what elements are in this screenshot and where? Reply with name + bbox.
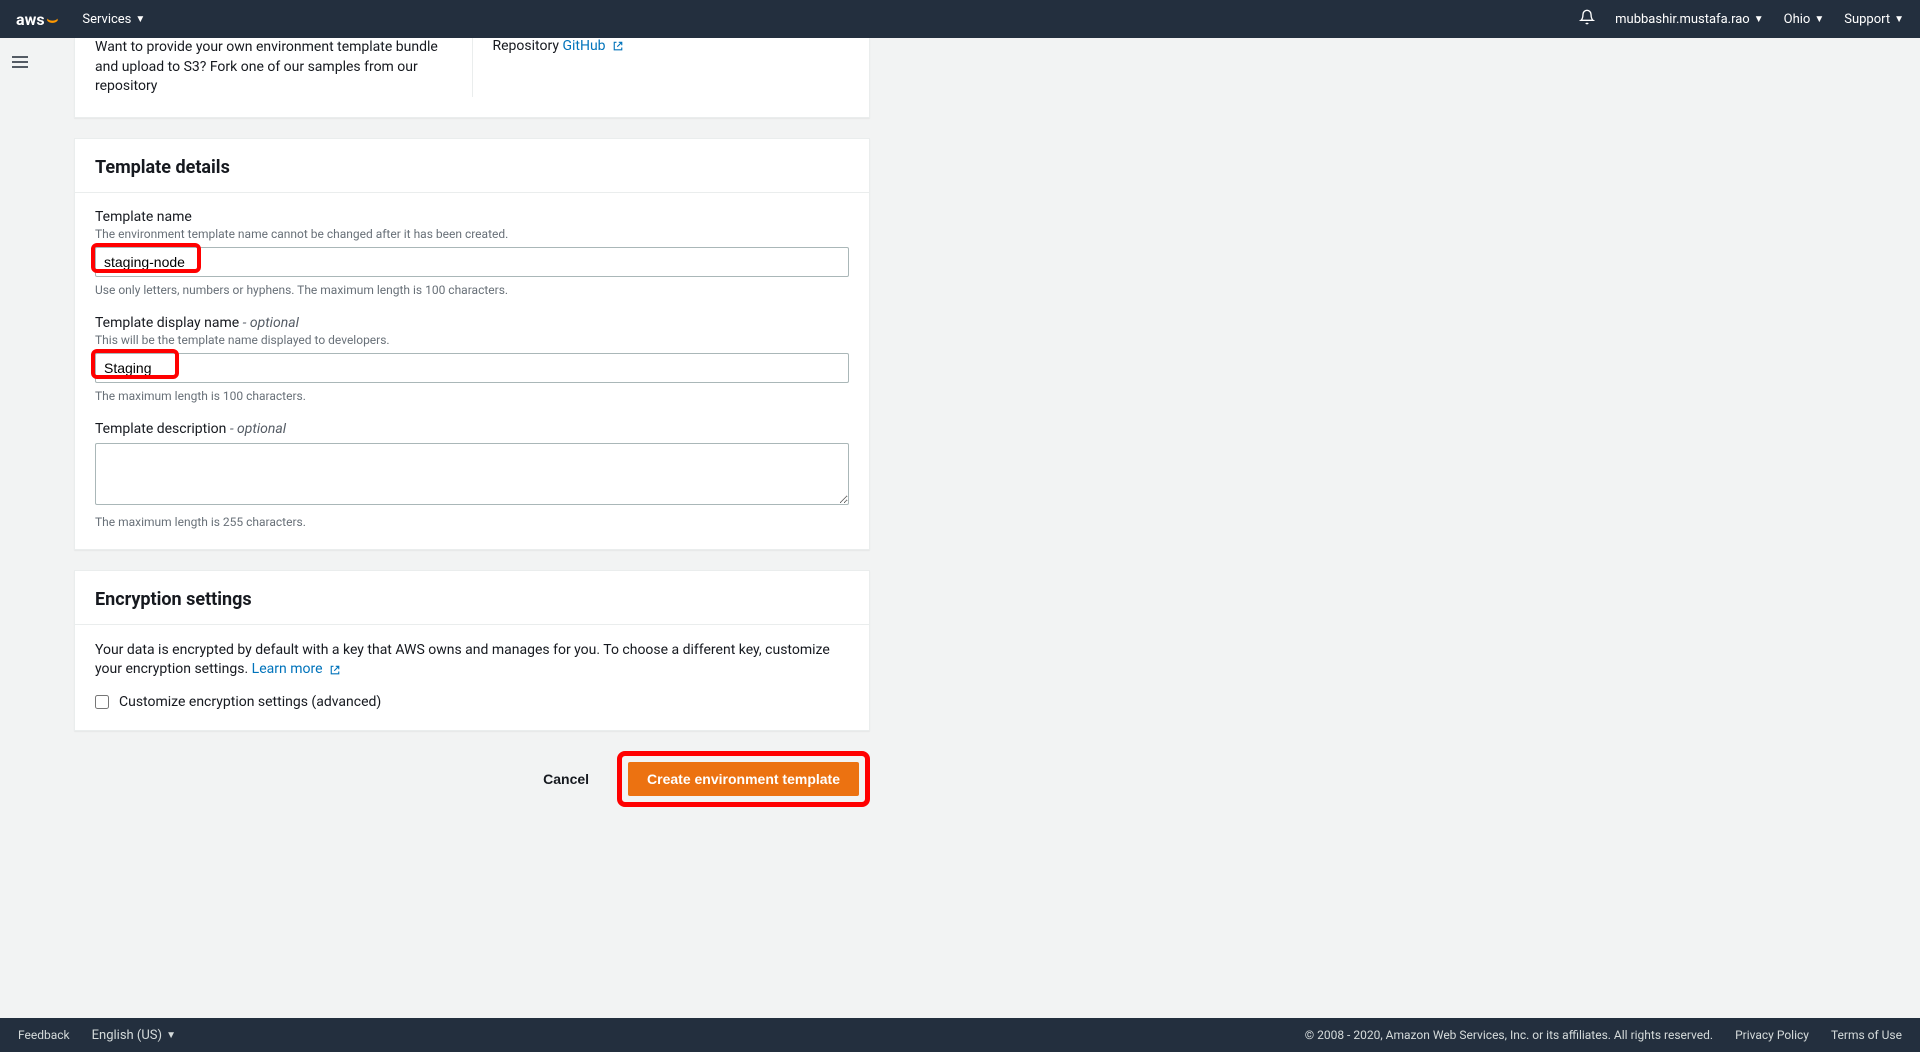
feedback-link[interactable]: Feedback <box>18 1028 70 1042</box>
action-row: Cancel Create environment template <box>74 751 870 807</box>
top-nav-left: aws⌣ Services ▼ <box>16 9 145 30</box>
encryption-description: Your data is encrypted by default with a… <box>95 641 849 680</box>
template-details-panel: Template details Template name The envir… <box>74 138 870 550</box>
support-label: Support <box>1844 12 1890 27</box>
github-link[interactable]: GitHub <box>562 38 624 54</box>
template-name-hint: The environment template name cannot be … <box>95 227 849 241</box>
display-name-input[interactable] <box>95 353 849 383</box>
sample-bundle-panel: Want to provide your own environment tem… <box>74 38 870 118</box>
template-name-input[interactable] <box>95 247 849 277</box>
main-area: Want to provide your own environment tem… <box>40 38 910 1018</box>
services-label: Services <box>82 12 131 27</box>
external-link-icon <box>612 40 624 52</box>
template-details-body: Template name The environment template n… <box>75 193 869 549</box>
github-link-text: GitHub <box>562 38 605 54</box>
encryption-panel: Encryption settings Your data is encrypt… <box>74 570 870 731</box>
services-menu[interactable]: Services ▼ <box>82 12 145 27</box>
template-details-header: Template details <box>75 139 869 193</box>
support-menu[interactable]: Support ▼ <box>1844 12 1904 27</box>
region-menu[interactable]: Ohio ▼ <box>1784 12 1825 27</box>
encryption-body: Your data is encrypted by default with a… <box>75 625 869 730</box>
template-name-group: Template name The environment template n… <box>95 209 849 297</box>
cancel-button[interactable]: Cancel <box>531 763 601 795</box>
description-label-text: Template description <box>95 421 226 437</box>
language-menu[interactable]: English (US) ▼ <box>92 1028 176 1043</box>
template-name-label: Template name <box>95 209 849 225</box>
hamburger-icon[interactable] <box>12 56 28 68</box>
aws-swoosh-icon: ⌣ <box>47 9 59 30</box>
aws-logo[interactable]: aws⌣ <box>16 9 58 30</box>
copyright-text: © 2008 - 2020, Amazon Web Services, Inc.… <box>1305 1028 1713 1042</box>
display-name-label-text: Template display name <box>95 315 239 331</box>
footer-left: Feedback English (US) ▼ <box>18 1028 176 1043</box>
chevron-down-icon: ▼ <box>166 1030 176 1041</box>
footer: Feedback English (US) ▼ © 2008 - 2020, A… <box>0 1018 1920 1052</box>
top-nav-right: mubbashir.mustafa.rao ▼ Ohio ▼ Support ▼ <box>1579 9 1904 29</box>
chevron-down-icon: ▼ <box>1894 14 1904 25</box>
repository-cell: Repository GitHub <box>473 38 850 97</box>
bell-icon <box>1579 9 1595 25</box>
sample-row: Want to provide your own environment tem… <box>95 38 849 97</box>
customize-encryption-row: Customize encryption settings (advanced) <box>95 694 849 710</box>
description-group: Template description - optional The maxi… <box>95 421 849 529</box>
create-environment-template-button[interactable]: Create environment template <box>628 762 859 796</box>
display-name-label: Template display name - optional <box>95 315 849 331</box>
privacy-policy-link[interactable]: Privacy Policy <box>1735 1028 1809 1042</box>
chevron-down-icon: ▼ <box>1754 14 1764 25</box>
terms-of-use-link[interactable]: Terms of Use <box>1831 1028 1902 1042</box>
description-bottom-hint: The maximum length is 255 characters. <box>95 515 849 529</box>
description-textarea[interactable] <box>95 443 849 505</box>
template-details-title: Template details <box>95 157 849 178</box>
repository-label: Repository <box>493 38 559 54</box>
highlight-box: Create environment template <box>617 751 870 807</box>
language-label: English (US) <box>92 1028 162 1043</box>
display-name-group: Template display name - optional This wi… <box>95 315 849 403</box>
external-link-icon <box>329 664 341 676</box>
learn-more-text: Learn more <box>252 661 323 677</box>
learn-more-link[interactable]: Learn more <box>252 661 341 677</box>
encryption-header: Encryption settings <box>75 571 869 625</box>
account-label: mubbashir.mustafa.rao <box>1615 12 1750 27</box>
footer-right: © 2008 - 2020, Amazon Web Services, Inc.… <box>1305 1028 1902 1042</box>
account-menu[interactable]: mubbashir.mustafa.rao ▼ <box>1615 12 1763 27</box>
description-optional: - optional <box>230 421 286 437</box>
encryption-title: Encryption settings <box>95 589 849 610</box>
customize-encryption-label: Customize encryption settings (advanced) <box>119 694 381 710</box>
display-name-optional: - optional <box>243 315 299 331</box>
aws-logo-text: aws <box>16 10 45 29</box>
chevron-down-icon: ▼ <box>135 14 145 25</box>
customize-encryption-checkbox[interactable] <box>95 695 109 709</box>
sidebar-toggle-area <box>0 38 40 1018</box>
display-name-hint: This will be the template name displayed… <box>95 333 849 347</box>
region-label: Ohio <box>1784 12 1811 27</box>
display-name-bottom-hint: The maximum length is 100 characters. <box>95 389 849 403</box>
top-nav: aws⌣ Services ▼ mubbashir.mustafa.rao ▼ … <box>0 0 1920 38</box>
encryption-text: Your data is encrypted by default with a… <box>95 642 830 678</box>
template-name-bottom-hint: Use only letters, numbers or hyphens. Th… <box>95 283 849 297</box>
content-wrapper: Want to provide your own environment tem… <box>0 38 1920 1018</box>
notifications-button[interactable] <box>1579 9 1595 29</box>
chevron-down-icon: ▼ <box>1814 14 1824 25</box>
sample-text: Want to provide your own environment tem… <box>95 38 473 97</box>
description-label: Template description - optional <box>95 421 849 437</box>
